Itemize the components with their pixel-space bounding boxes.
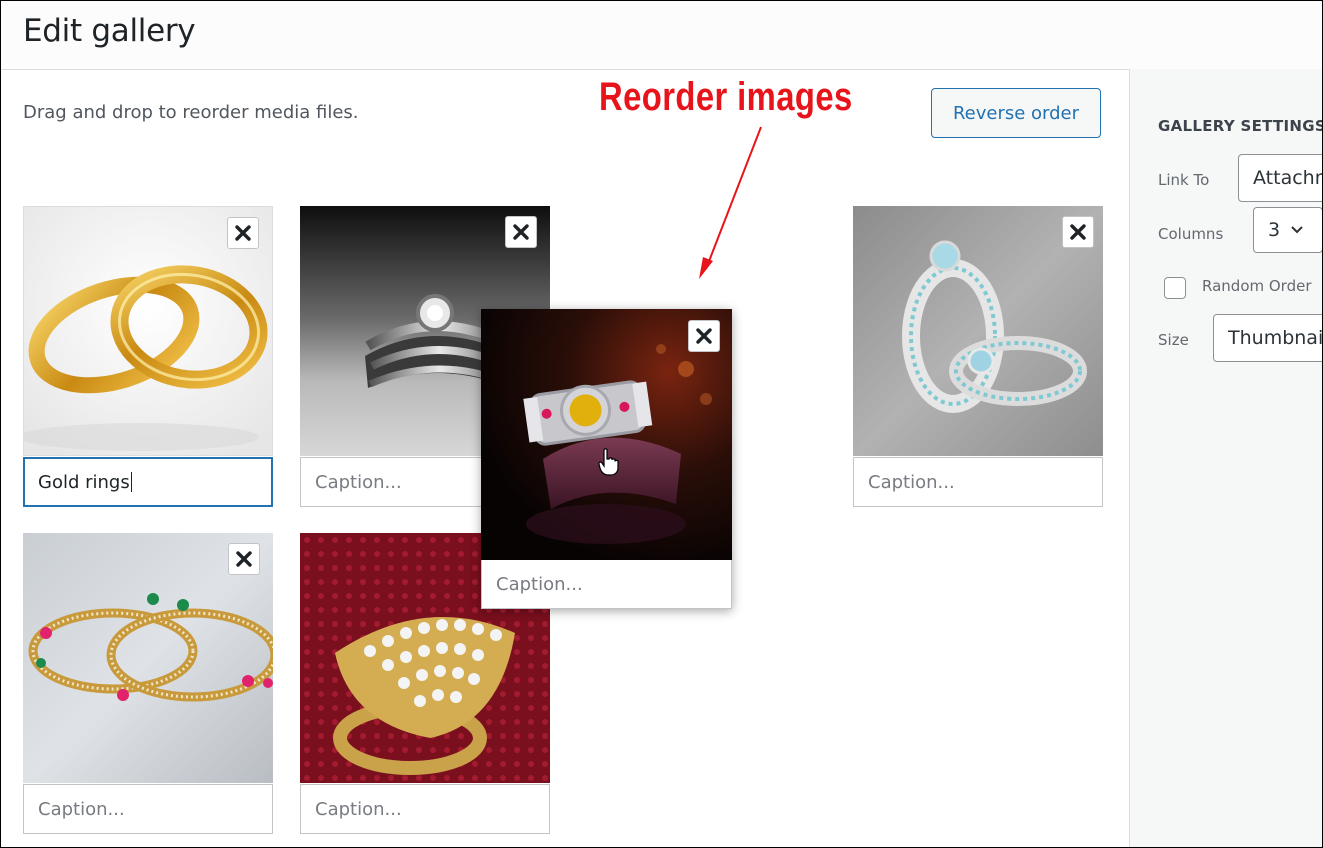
columns-label: Columns <box>1158 225 1224 243</box>
caption-input[interactable]: Caption... <box>853 457 1103 507</box>
link-to-select[interactable]: Attachment Page <box>1238 154 1322 202</box>
reorder-hint: Drag and drop to reorder media files. <box>23 102 359 123</box>
gallery-item-image[interactable] <box>23 206 273 456</box>
gallery-item-image[interactable] <box>853 206 1103 456</box>
link-to-label: Link To <box>1158 171 1210 189</box>
annotation-label: Reorder images <box>599 75 853 119</box>
remove-image-button[interactable] <box>228 543 260 575</box>
random-order-label: Random Order <box>1202 277 1312 295</box>
columns-value: 3 <box>1268 219 1281 241</box>
close-icon <box>235 225 251 241</box>
chevron-down-icon <box>1291 226 1303 234</box>
random-order-checkbox[interactable] <box>1164 277 1186 299</box>
hand-pointer-icon <box>598 448 619 476</box>
remove-image-button[interactable] <box>688 320 720 352</box>
edit-gallery-frame: Edit gallery Drag and drop to reorder me… <box>0 0 1323 848</box>
size-select[interactable]: Thumbnail <box>1213 314 1323 362</box>
settings-heading: GALLERY SETTINGS <box>1158 117 1323 135</box>
remove-image-button[interactable] <box>505 216 537 248</box>
close-icon <box>696 328 712 344</box>
caption-placeholder: Caption... <box>496 573 583 595</box>
caption-placeholder: Caption... <box>315 471 402 493</box>
caption-placeholder: Caption... <box>38 798 125 820</box>
close-icon <box>236 551 252 567</box>
caption-input[interactable]: Caption... <box>481 560 732 609</box>
size-value: Thumbnail <box>1228 327 1323 349</box>
columns-select[interactable]: 3 <box>1253 207 1322 253</box>
link-to-value: Attachment Page <box>1253 167 1322 189</box>
dragging-gallery-item[interactable]: Caption... <box>481 309 732 609</box>
close-icon <box>513 224 529 240</box>
caption-placeholder: Caption... <box>315 798 402 820</box>
remove-image-button[interactable] <box>227 217 259 249</box>
size-label: Size <box>1158 331 1189 349</box>
close-icon <box>1070 224 1086 240</box>
caption-placeholder: Caption... <box>868 471 955 493</box>
remove-image-button[interactable] <box>1062 216 1094 248</box>
modal-header: Edit gallery <box>1 1 1322 70</box>
caption-text: Gold rings <box>38 471 130 493</box>
annotation-arrow-icon <box>699 126 762 279</box>
caption-input[interactable]: Gold rings <box>23 457 273 507</box>
caption-input[interactable]: Caption... <box>23 784 273 834</box>
page-title: Edit gallery <box>23 13 196 49</box>
reverse-order-button[interactable]: Reverse order <box>931 88 1101 138</box>
gallery-item-image[interactable] <box>23 533 273 783</box>
caption-input[interactable]: Caption... <box>300 784 550 834</box>
gallery-settings-sidebar: GALLERY SETTINGS Link To Attachment Page… <box>1129 69 1323 847</box>
text-caret <box>130 472 132 492</box>
